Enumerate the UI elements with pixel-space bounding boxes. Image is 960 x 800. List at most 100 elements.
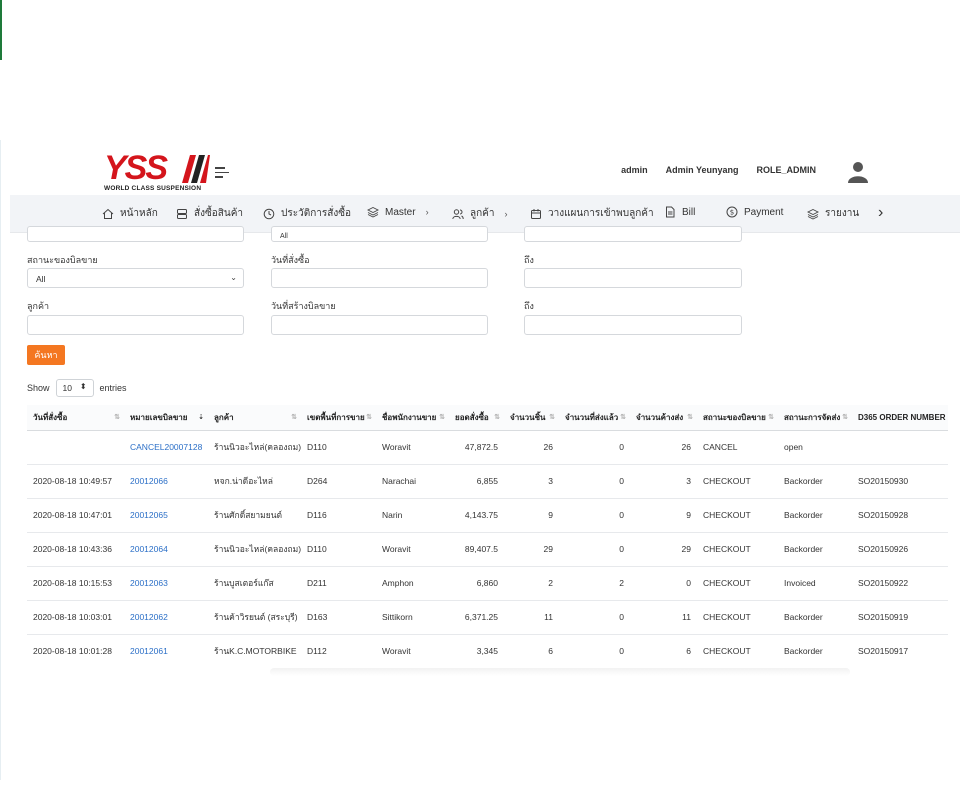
table-row[interactable]: CANCEL20007128 ร้านนิวอะไหล่(คลองถม) D110 W…	[27, 430, 948, 465]
nav-scroll-right-icon[interactable]: ›	[878, 204, 883, 222]
table-header-row: วันที่สั่งซื้อ ⇅ หมายเลขบิลขาย ⇣ ลูกค้า ⇅ เ…	[27, 405, 948, 431]
nav-item-home[interactable]: หน้าหลัก	[102, 206, 158, 221]
order-date-label: วันที่สั่งซื้อ	[271, 255, 310, 265]
logo-slash-icon	[182, 155, 210, 183]
table-cell: Woravit	[376, 430, 449, 465]
home-icon	[102, 208, 114, 219]
entries-label: entries	[99, 383, 127, 393]
nav-item-bill[interactable]: Bill	[664, 206, 695, 218]
nav-item-report[interactable]: รายงาน	[807, 206, 859, 221]
bill-number-link[interactable]: 20012063	[124, 566, 208, 601]
table-cell: 6,855	[449, 464, 504, 499]
nav-item-customer[interactable]: ลูกค้า ›	[452, 206, 508, 221]
bill-number-link[interactable]: 20012062	[124, 600, 208, 635]
table-cell: D163	[301, 600, 376, 635]
bill-created-to-input[interactable]	[524, 315, 742, 335]
bill-created-from-input[interactable]	[271, 315, 488, 335]
table-cell: 26	[504, 430, 559, 465]
table-cell: CHECKOUT	[697, 498, 778, 533]
filter-field-hidden-1[interactable]	[27, 226, 244, 242]
order-date-to-input[interactable]	[524, 268, 742, 288]
users-icon	[452, 208, 464, 219]
table-cell: 2020-08-18 10:47:01	[27, 498, 124, 533]
nav-label: Master	[385, 206, 416, 218]
column-header[interactable]: ชื่อพนักงานขาย ⇅	[376, 405, 449, 431]
table-row[interactable]: 2020-08-18 10:15:53 20012063 ร้านบูสเตอร์แ…	[27, 566, 948, 601]
table-row[interactable]: 2020-08-18 10:43:36 20012064 ร้านนิวอะไหล่…	[27, 532, 948, 567]
table-cell: ร้านนิวอะไหล่(คลองถม)	[208, 532, 301, 567]
nav-item-visit-plan[interactable]: วางแผนการเข้าพบลูกค้า	[530, 206, 654, 221]
user-fullname: Admin Yeunyang	[665, 165, 739, 175]
calendar-icon	[531, 208, 541, 219]
column-header[interactable]: จำนวนค้างส่ง ⇅	[630, 405, 697, 431]
table-cell: Backorder	[778, 498, 852, 533]
column-header[interactable]: เขตพื้นที่การขาย ⇅	[301, 405, 376, 431]
edge-divider	[0, 140, 1, 780]
table-cell: 0	[559, 532, 630, 567]
nav-item-order[interactable]: สั่งซื้อสินค้า	[176, 206, 243, 221]
table-cell: 29	[504, 532, 559, 567]
table-cell: 0	[559, 430, 630, 465]
column-header[interactable]: ลูกค้า ⇅	[208, 405, 301, 431]
menu-toggle-icon[interactable]	[215, 167, 229, 179]
table-cell: Backorder	[778, 464, 852, 499]
bill-status-select[interactable]: All ⌄	[27, 268, 244, 288]
header-label: ลูกค้า	[214, 412, 234, 422]
bill-number-link[interactable]: 20012064	[124, 532, 208, 567]
file-icon	[666, 206, 675, 218]
column-header[interactable]: สถานะการจัดส่ง ⇅	[778, 405, 852, 431]
table-cell: 26	[630, 430, 697, 465]
bill-number-link[interactable]: 20012066	[124, 464, 208, 499]
avatar-icon[interactable]	[848, 161, 868, 183]
nav-item-master[interactable]: Master ›	[367, 206, 429, 218]
search-button[interactable]: ค้นหา	[27, 345, 65, 365]
table-row[interactable]: 2020-08-18 10:47:01 20012065 ร้านศักดิ์สยา…	[27, 498, 948, 533]
table-cell: D264	[301, 464, 376, 499]
nav-label: รายงาน	[825, 208, 860, 219]
table-cell: 0	[559, 600, 630, 635]
header-label: จำนวนที่ส่งแล้ว	[565, 412, 619, 422]
table-cell: SO20150928	[852, 498, 948, 533]
nav-label: ประวัติการสั่งซื้อ	[281, 208, 352, 219]
column-header[interactable]: ยอดสั่งซื้อ ⇅	[449, 405, 504, 431]
nav-item-payment[interactable]: $ Payment	[726, 206, 783, 218]
column-header[interactable]: จำนวนชิ้น ⇅	[504, 405, 559, 431]
column-header[interactable]: สถานะของบิลขาย ⇅	[697, 405, 778, 431]
table-cell: 47,872.5	[449, 430, 504, 465]
table-cell: Narin	[376, 498, 449, 533]
column-header[interactable]: จำนวนที่ส่งแล้ว ⇅	[559, 405, 630, 431]
order-date-from-input[interactable]	[271, 268, 488, 288]
table-cell: 2	[504, 566, 559, 601]
column-header[interactable]: D365 ORDER NUMBER⇅	[852, 405, 948, 431]
column-header[interactable]: หมายเลขบิลขาย ⇣	[124, 405, 208, 431]
entries-select[interactable]: 10 ⬍	[55, 379, 94, 397]
page: YSS WORLD CLASS SUSPENSION admin Admin Y…	[0, 0, 960, 800]
select-value: All	[36, 274, 46, 284]
logo-subtitle: WORLD CLASS SUSPENSION	[104, 185, 202, 192]
column-header[interactable]: วันที่สั่งซื้อ ⇅	[27, 405, 124, 431]
chevron-right-icon: ›	[504, 208, 508, 219]
entries-length-control: Show 10 ⬍ entries	[27, 379, 127, 397]
table-cell: D211	[301, 566, 376, 601]
table-cell: open	[778, 430, 852, 465]
table-cell: Woravit	[376, 532, 449, 567]
table-cell: Sittikorn	[376, 600, 449, 635]
table-row[interactable]: 2020-08-18 10:01:28 20012061 ร้านK.C.MOTOR…	[27, 634, 948, 668]
table-cell: ร้านK.C.MOTORBIKE	[208, 634, 301, 668]
nav-item-order-history[interactable]: ประวัติการสั่งซื้อ	[263, 206, 351, 221]
bill-number-link[interactable]: 20012065	[124, 498, 208, 533]
filter-select-hidden[interactable]: All	[271, 226, 488, 242]
chevron-down-icon: ⌄	[230, 273, 237, 282]
clock-icon	[263, 208, 275, 219]
table-cell: ร้านค้าวิรยนต์ (สระบุรี)	[208, 600, 301, 635]
table-cell: 0	[630, 566, 697, 601]
table-row[interactable]: 2020-08-18 10:03:01 20012062 ร้านค้าวิรยนต…	[27, 600, 948, 635]
bill-number-link[interactable]: 20012061	[124, 634, 208, 668]
filter-field-hidden-3[interactable]	[524, 226, 742, 242]
orders-table-container: วันที่สั่งซื้อ ⇅ หมายเลขบิลขาย ⇣ ลูกค้า ⇅ เ…	[27, 405, 948, 668]
customer-input[interactable]	[27, 315, 244, 335]
brand-logo[interactable]: YSS WORLD CLASS SUSPENSION	[104, 151, 212, 192]
coin-icon: $	[726, 206, 738, 218]
bill-number-link[interactable]: CANCEL20007128	[124, 430, 208, 465]
table-row[interactable]: 2020-08-18 10:49:57 20012066 หจก.น่าดีอะไห…	[27, 464, 948, 499]
